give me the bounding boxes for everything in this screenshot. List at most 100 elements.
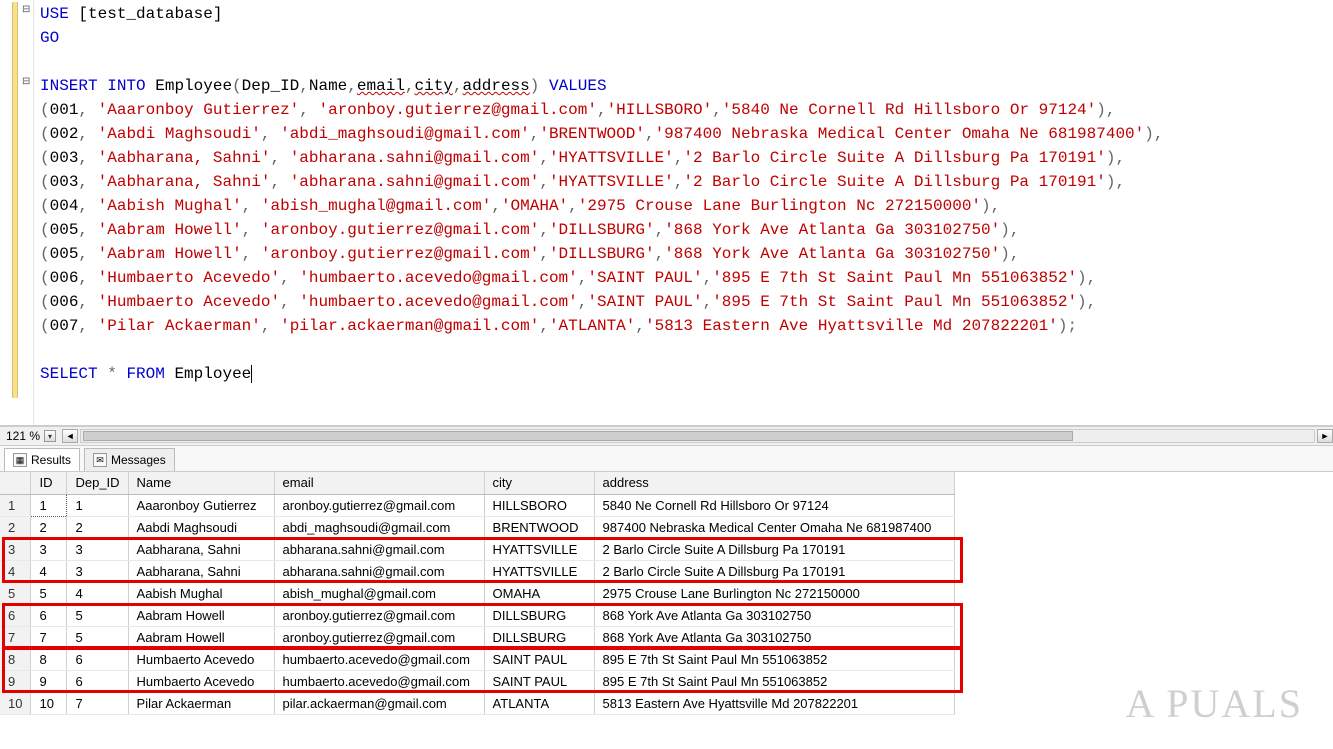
cell-id[interactable]: 7 xyxy=(31,626,67,648)
cell-depid[interactable]: 3 xyxy=(67,538,128,560)
table-row[interactable]: 333Aabharana, Sahniabharana.sahni@gmail.… xyxy=(0,538,954,560)
cell-id[interactable]: 8 xyxy=(31,648,67,670)
cell-city[interactable]: SAINT PAUL xyxy=(484,670,594,692)
table-row[interactable]: 886Humbaerto Acevedohumbaerto.acevedo@gm… xyxy=(0,648,954,670)
row-number[interactable]: 3 xyxy=(0,538,31,560)
cell-city[interactable]: SAINT PAUL xyxy=(484,648,594,670)
results-grid[interactable]: IDDep_IDNameemailcityaddress111Aaaronboy… xyxy=(0,472,955,715)
cell-city[interactable]: BRENTWOOD xyxy=(484,516,594,538)
table-row[interactable]: 775Aabram Howellaronboy.gutierrez@gmail.… xyxy=(0,626,954,648)
cell-id[interactable]: 3 xyxy=(31,538,67,560)
cell-email[interactable]: abdi_maghsoudi@gmail.com xyxy=(274,516,484,538)
row-number[interactable]: 8 xyxy=(0,648,31,670)
cell-depid[interactable]: 2 xyxy=(67,516,128,538)
row-number[interactable]: 9 xyxy=(0,670,31,692)
scroll-left-button[interactable]: ◄ xyxy=(62,429,78,443)
cell-address[interactable]: 5813 Eastern Ave Hyattsville Md 20782220… xyxy=(594,692,954,714)
cell-depid[interactable]: 3 xyxy=(67,560,128,582)
cell-name[interactable]: Pilar Ackaerman xyxy=(128,692,274,714)
cell-depid[interactable]: 6 xyxy=(67,670,128,692)
cell-name[interactable]: Aaaronboy Gutierrez xyxy=(128,494,274,516)
cell-email[interactable]: humbaerto.acevedo@gmail.com xyxy=(274,648,484,670)
row-number[interactable]: 1 xyxy=(0,494,31,516)
cell-depid[interactable]: 7 xyxy=(67,692,128,714)
fold-toggle-icon[interactable]: ⊟ xyxy=(22,4,30,15)
cell-email[interactable]: pilar.ackaerman@gmail.com xyxy=(274,692,484,714)
tab-messages[interactable]: ✉ Messages xyxy=(84,448,175,471)
cell-depid[interactable]: 1 xyxy=(67,494,128,516)
cell-address[interactable]: 868 York Ave Atlanta Ga 303102750 xyxy=(594,604,954,626)
table-row[interactable]: 554Aabish Mughalabish_mughal@gmail.comOM… xyxy=(0,582,954,604)
cell-city[interactable]: HYATTSVILLE xyxy=(484,560,594,582)
cell-depid[interactable]: 5 xyxy=(67,604,128,626)
cell-id[interactable]: 9 xyxy=(31,670,67,692)
column-header[interactable]: Name xyxy=(128,472,274,494)
cell-depid[interactable]: 4 xyxy=(67,582,128,604)
table-row[interactable]: 111Aaaronboy Gutierrezaronboy.gutierrez@… xyxy=(0,494,954,516)
cell-address[interactable]: 868 York Ave Atlanta Ga 303102750 xyxy=(594,626,954,648)
cell-id[interactable]: 1 xyxy=(31,494,67,516)
column-header[interactable]: city xyxy=(484,472,594,494)
cell-city[interactable]: OMAHA xyxy=(484,582,594,604)
cell-id[interactable]: 5 xyxy=(31,582,67,604)
fold-toggle-icon[interactable]: ⊟ xyxy=(22,76,30,87)
cell-depid[interactable]: 5 xyxy=(67,626,128,648)
cell-address[interactable]: 895 E 7th St Saint Paul Mn 551063852 xyxy=(594,670,954,692)
scrollbar-thumb[interactable] xyxy=(83,431,1073,441)
cell-id[interactable]: 2 xyxy=(31,516,67,538)
table-row[interactable]: 10107Pilar Ackaermanpilar.ackaerman@gmai… xyxy=(0,692,954,714)
cell-address[interactable]: 2 Barlo Circle Suite A Dillsburg Pa 1701… xyxy=(594,538,954,560)
scroll-right-button[interactable]: ► xyxy=(1317,429,1333,443)
horizontal-scrollbar[interactable] xyxy=(80,429,1315,443)
column-header[interactable]: address xyxy=(594,472,954,494)
cell-email[interactable]: aronboy.gutierrez@gmail.com xyxy=(274,604,484,626)
cell-city[interactable]: ATLANTA xyxy=(484,692,594,714)
cell-email[interactable]: abish_mughal@gmail.com xyxy=(274,582,484,604)
cell-name[interactable]: Aabram Howell xyxy=(128,604,274,626)
cell-address[interactable]: 987400 Nebraska Medical Center Omaha Ne … xyxy=(594,516,954,538)
cell-city[interactable]: DILLSBURG xyxy=(484,626,594,648)
cell-address[interactable]: 895 E 7th St Saint Paul Mn 551063852 xyxy=(594,648,954,670)
cell-address[interactable]: 2 Barlo Circle Suite A Dillsburg Pa 1701… xyxy=(594,560,954,582)
cell-email[interactable]: abharana.sahni@gmail.com xyxy=(274,560,484,582)
change-marker-strip xyxy=(12,2,18,398)
results-grid-pane: IDDep_IDNameemailcityaddress111Aaaronboy… xyxy=(0,472,1333,715)
cell-id[interactable]: 4 xyxy=(31,560,67,582)
cell-name[interactable]: Aabdi Maghsoudi xyxy=(128,516,274,538)
cell-email[interactable]: aronboy.gutierrez@gmail.com xyxy=(274,626,484,648)
sql-code-area[interactable]: USE [test_database] GO INSERT INTO Emplo… xyxy=(34,0,1333,425)
zoom-dropdown-button[interactable]: ▾ xyxy=(44,430,56,442)
row-number[interactable]: 4 xyxy=(0,560,31,582)
cell-name[interactable]: Aabharana, Sahni xyxy=(128,560,274,582)
cell-name[interactable]: Aabharana, Sahni xyxy=(128,538,274,560)
row-number[interactable]: 7 xyxy=(0,626,31,648)
cell-email[interactable]: abharana.sahni@gmail.com xyxy=(274,538,484,560)
cell-email[interactable]: humbaerto.acevedo@gmail.com xyxy=(274,670,484,692)
cell-id[interactable]: 10 xyxy=(31,692,67,714)
cell-name[interactable]: Humbaerto Acevedo xyxy=(128,670,274,692)
tab-results[interactable]: ▦ Results xyxy=(4,448,80,471)
column-header[interactable] xyxy=(0,472,31,494)
cell-name[interactable]: Aabram Howell xyxy=(128,626,274,648)
cell-name[interactable]: Humbaerto Acevedo xyxy=(128,648,274,670)
cell-city[interactable]: HILLSBORO xyxy=(484,494,594,516)
cell-email[interactable]: aronboy.gutierrez@gmail.com xyxy=(274,494,484,516)
table-row[interactable]: 665Aabram Howellaronboy.gutierrez@gmail.… xyxy=(0,604,954,626)
row-number[interactable]: 6 xyxy=(0,604,31,626)
row-number[interactable]: 2 xyxy=(0,516,31,538)
cell-city[interactable]: DILLSBURG xyxy=(484,604,594,626)
table-row[interactable]: 222Aabdi Maghsoudiabdi_maghsoudi@gmail.c… xyxy=(0,516,954,538)
cell-address[interactable]: 5840 Ne Cornell Rd Hillsboro Or 97124 xyxy=(594,494,954,516)
column-header[interactable]: ID xyxy=(31,472,67,494)
cell-name[interactable]: Aabish Mughal xyxy=(128,582,274,604)
column-header[interactable]: email xyxy=(274,472,484,494)
cell-city[interactable]: HYATTSVILLE xyxy=(484,538,594,560)
cell-depid[interactable]: 6 xyxy=(67,648,128,670)
table-row[interactable]: 996Humbaerto Acevedohumbaerto.acevedo@gm… xyxy=(0,670,954,692)
column-header[interactable]: Dep_ID xyxy=(67,472,128,494)
cell-id[interactable]: 6 xyxy=(31,604,67,626)
cell-address[interactable]: 2975 Crouse Lane Burlington Nc 272150000 xyxy=(594,582,954,604)
row-number[interactable]: 5 xyxy=(0,582,31,604)
row-number[interactable]: 10 xyxy=(0,692,31,714)
table-row[interactable]: 443Aabharana, Sahniabharana.sahni@gmail.… xyxy=(0,560,954,582)
